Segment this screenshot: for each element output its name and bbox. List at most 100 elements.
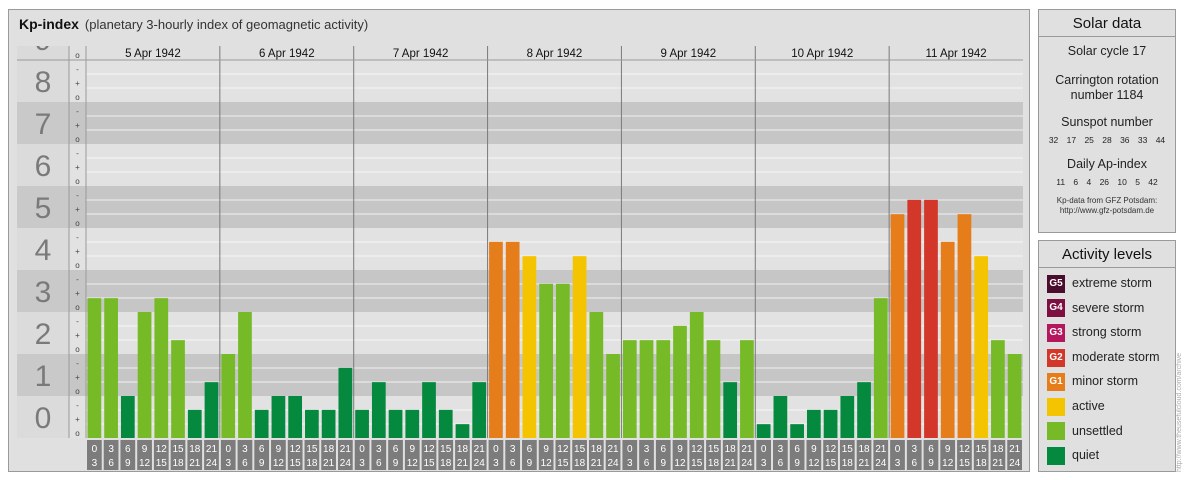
kp-bar bbox=[673, 325, 687, 438]
day-label: 11 Apr 1942 bbox=[925, 48, 986, 60]
legend-item-moderate-storm: G2 moderate storm bbox=[1047, 347, 1160, 367]
hour-start-label: 9 bbox=[276, 444, 282, 455]
legend-item-unsettled: unsettled bbox=[1047, 421, 1123, 441]
day-label: 5 Apr 1942 bbox=[125, 48, 181, 60]
band-8 bbox=[17, 60, 1023, 102]
solar-data-title: Solar data bbox=[1039, 10, 1175, 37]
legend-label: strong storm bbox=[1072, 325, 1142, 340]
hour-end-label: 18 bbox=[842, 458, 854, 469]
y-tick-label: 2 bbox=[35, 318, 52, 351]
carrington-line1: Carrington rotation bbox=[1055, 73, 1159, 87]
kp-bar bbox=[438, 409, 453, 438]
legend-item-strong-storm: G3 strong storm bbox=[1047, 322, 1141, 342]
kp-bar bbox=[204, 382, 219, 438]
minor-tick-label: o bbox=[75, 135, 80, 144]
y-tick-label: 9 bbox=[35, 46, 52, 57]
hour-start-label: 0 bbox=[493, 444, 499, 455]
kp-bar bbox=[907, 199, 922, 438]
hour-start-label: 18 bbox=[591, 444, 603, 455]
hour-start-label: 6 bbox=[928, 444, 934, 455]
minor-tick-label: o bbox=[75, 219, 80, 228]
hour-start-label: 12 bbox=[290, 444, 302, 455]
hour-start-label: 9 bbox=[142, 444, 148, 455]
hour-end-label: 24 bbox=[875, 458, 887, 469]
kp-bar bbox=[639, 340, 654, 438]
hour-start-label: 6 bbox=[259, 444, 265, 455]
hour-start-label: 0 bbox=[92, 444, 98, 455]
minor-tick-label: + bbox=[75, 79, 80, 88]
kp-bar bbox=[689, 312, 704, 438]
kp-bar bbox=[740, 340, 754, 438]
hour-end-label: 6 bbox=[911, 458, 917, 469]
minor-tick-label: - bbox=[76, 359, 79, 368]
hour-end-label: 12 bbox=[541, 458, 553, 469]
kp-bar bbox=[857, 382, 871, 438]
hour-start-label: 21 bbox=[206, 444, 218, 455]
hour-end-label: 9 bbox=[259, 458, 265, 469]
kp-bar bbox=[154, 298, 169, 438]
kp-bar bbox=[522, 256, 537, 438]
legend-swatch: G2 bbox=[1047, 348, 1065, 367]
legend-item-extreme-storm: G5 extreme storm bbox=[1047, 273, 1152, 293]
hour-start-label: 9 bbox=[409, 444, 415, 455]
hour-end-label: 6 bbox=[376, 458, 382, 469]
hour-start-label: 21 bbox=[875, 444, 887, 455]
y-tick-label: 0 bbox=[35, 402, 52, 435]
hour-end-label: 12 bbox=[139, 458, 151, 469]
hour-start-label: 0 bbox=[627, 444, 633, 455]
hour-end-label: 12 bbox=[674, 458, 686, 469]
hour-end-label: 3 bbox=[92, 458, 98, 469]
kp-bar bbox=[405, 409, 420, 438]
hour-start-label: 21 bbox=[474, 444, 486, 455]
hour-end-label: 18 bbox=[574, 458, 586, 469]
minor-tick-label: o bbox=[75, 177, 80, 186]
kp-bar bbox=[589, 312, 604, 438]
kp-bar bbox=[388, 409, 403, 438]
minor-tick-label: + bbox=[75, 247, 80, 256]
kp-bar-chart: 0123456789o+-o+-o+-o+-o+-o+-o+-o+-o+-o5 … bbox=[17, 46, 1023, 470]
hour-start-label: 18 bbox=[189, 444, 201, 455]
hour-end-label: 9 bbox=[527, 458, 533, 469]
chart-title-text: Kp-index bbox=[19, 16, 79, 32]
hour-end-label: 9 bbox=[125, 458, 131, 469]
y-tick-label: 4 bbox=[35, 234, 52, 267]
hour-end-label: 9 bbox=[660, 458, 666, 469]
minor-tick-label: o bbox=[75, 303, 80, 312]
chart-title: Kp-index (planetary 3-hourly index of geo… bbox=[19, 16, 368, 32]
kp-bar bbox=[187, 409, 202, 438]
hour-end-label: 24 bbox=[206, 458, 218, 469]
kp-chart-panel: Kp-index (planetary 3-hourly index of geo… bbox=[8, 9, 1030, 472]
kp-bar bbox=[790, 424, 804, 438]
hour-start-label: 15 bbox=[842, 444, 854, 455]
kp-bar bbox=[806, 409, 821, 438]
hour-end-label: 15 bbox=[959, 458, 971, 469]
hour-start-label: 12 bbox=[825, 444, 837, 455]
day-label: 8 Apr 1942 bbox=[527, 48, 583, 60]
legend-swatch bbox=[1047, 397, 1065, 416]
hour-end-label: 6 bbox=[108, 458, 114, 469]
sunspot-label: Sunspot number bbox=[1061, 115, 1153, 129]
minor-tick-label: + bbox=[75, 121, 80, 130]
minor-tick-label: - bbox=[76, 317, 79, 326]
hour-start-label: 12 bbox=[423, 444, 435, 455]
kp-bar bbox=[539, 283, 553, 438]
legend-label: severe storm bbox=[1072, 300, 1145, 315]
source-line1: Kp-data from GFZ Potsdam: bbox=[1056, 196, 1158, 205]
hour-end-label: 21 bbox=[323, 458, 335, 469]
kp-bar bbox=[924, 199, 938, 438]
y-tick-label: 5 bbox=[35, 192, 52, 225]
hour-end-label: 18 bbox=[306, 458, 318, 469]
hour-start-label: 0 bbox=[895, 444, 901, 455]
carrington-line2: number 1184 bbox=[1070, 88, 1144, 102]
source-link[interactable]: http://www.gfz-potsdam.de bbox=[1039, 206, 1175, 216]
kp-bar bbox=[823, 409, 838, 438]
minor-tick-label: - bbox=[76, 149, 79, 158]
hour-start-label: 6 bbox=[125, 444, 131, 455]
legend-swatch: G3 bbox=[1047, 323, 1065, 342]
kp-bar bbox=[305, 409, 319, 438]
hour-end-label: 3 bbox=[359, 458, 365, 469]
hour-start-label: 21 bbox=[340, 444, 352, 455]
hour-start-label: 6 bbox=[527, 444, 533, 455]
minor-tick-label: - bbox=[76, 107, 79, 116]
hour-start-label: 18 bbox=[323, 444, 335, 455]
